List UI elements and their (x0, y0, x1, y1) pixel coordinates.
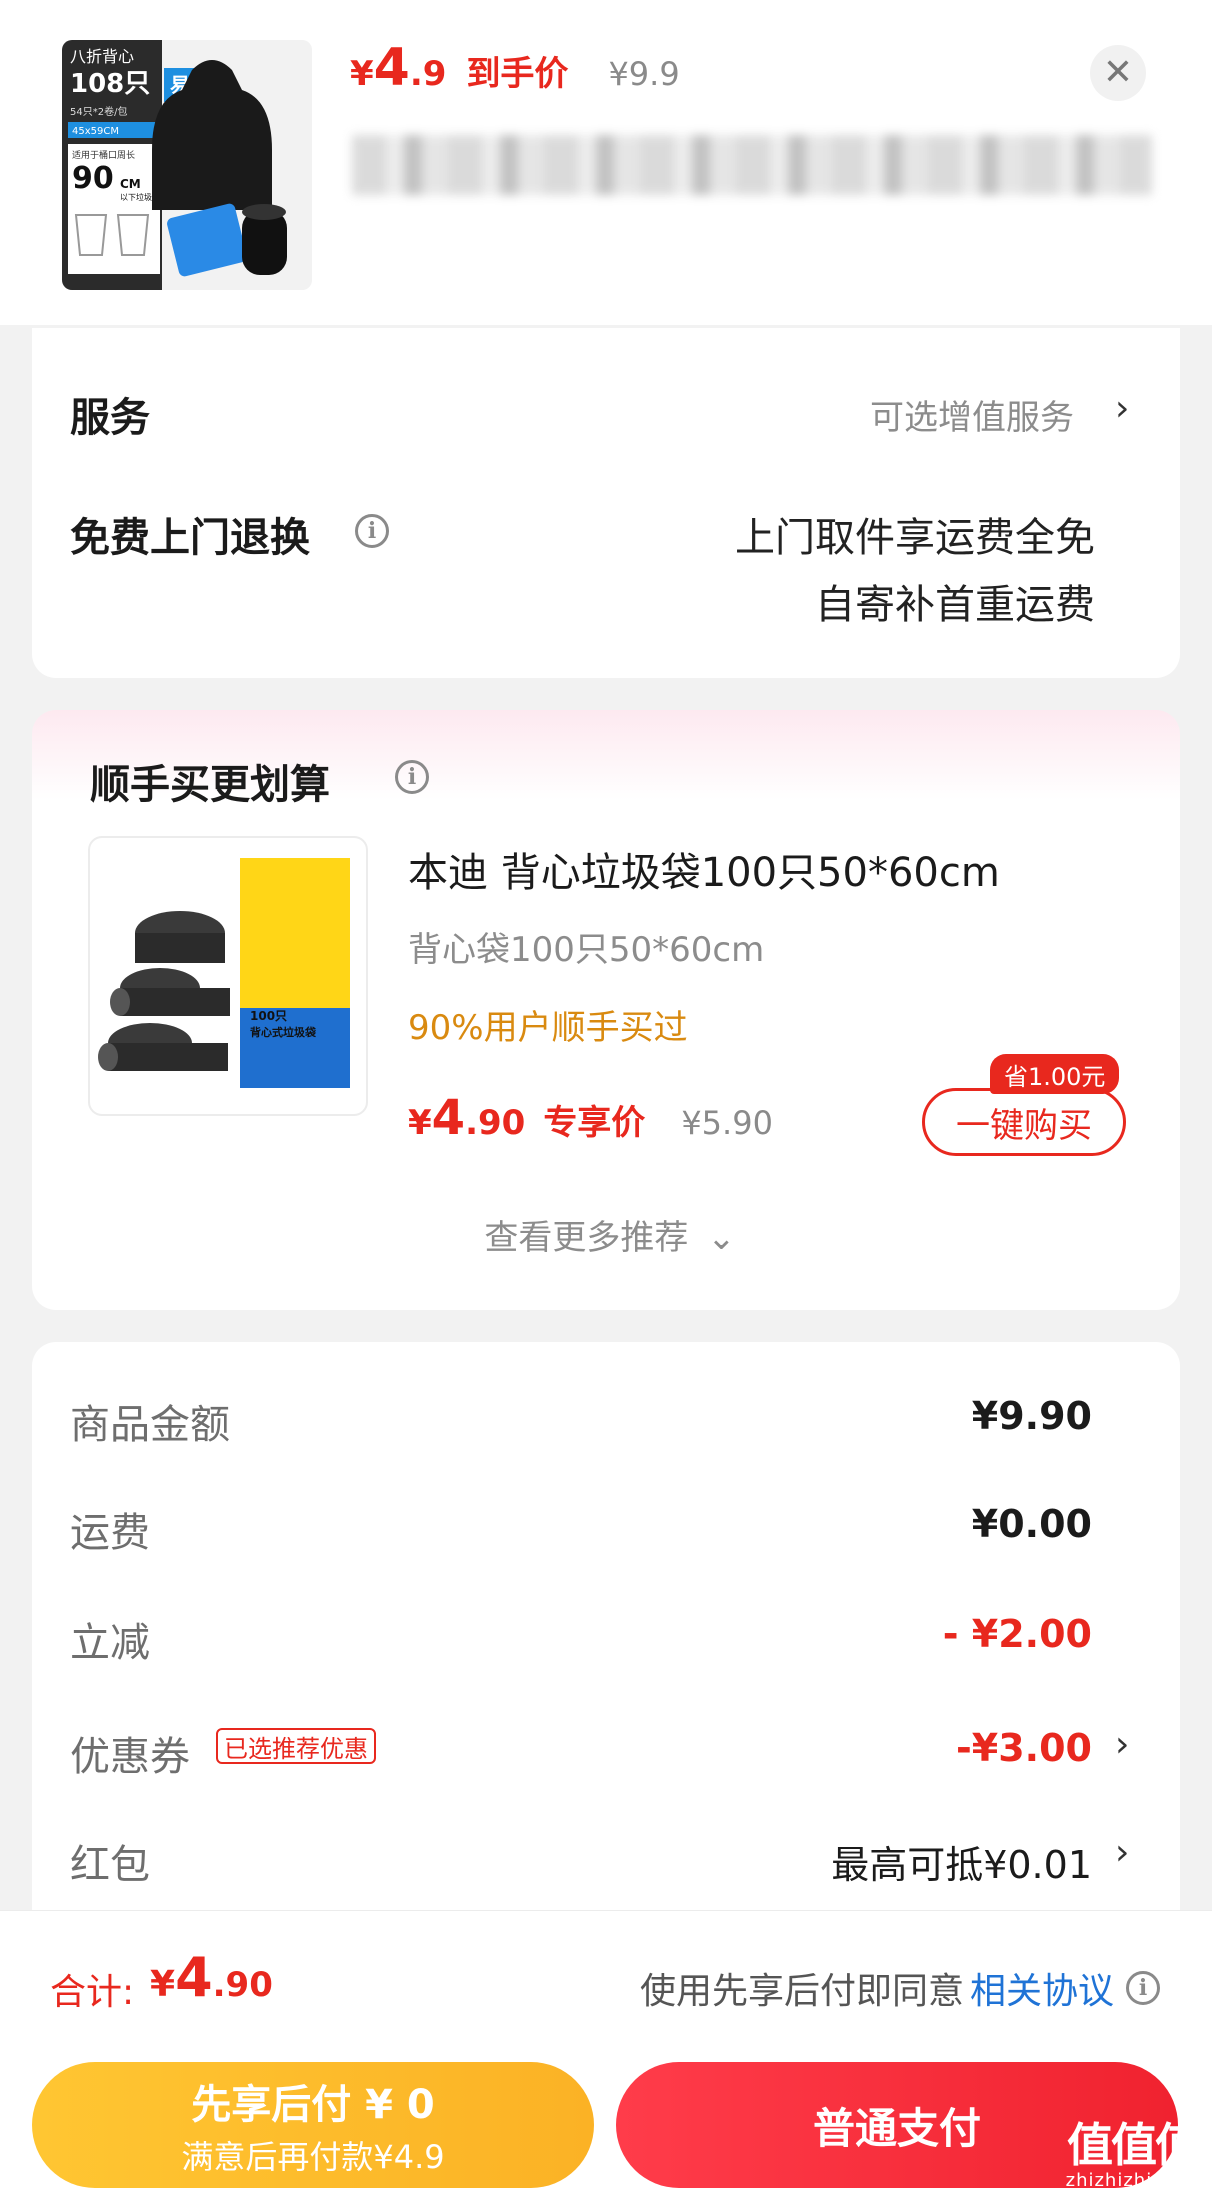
goods-amount-label: 商品金额 (70, 1402, 230, 1448)
recommend-item-name[interactable]: 本迪 背心垃圾袋100只50*60cm (408, 840, 1000, 898)
free-return-line1: 上门取件享运费全免 (735, 515, 1095, 561)
recommend-title: 顺手买更划算 (90, 762, 330, 808)
chevron-right-icon[interactable]: › (1115, 1724, 1129, 1765)
pack-count: 100只 (250, 1009, 287, 1023)
recommend-price-line: ¥ 4 .90 专享价 ¥5.90 (408, 1090, 773, 1146)
thumb-badge-count: 108只 (70, 69, 150, 99)
recommend-social-proof: 90%用户顺手买过 (408, 1008, 688, 1048)
recommend-original-price: ¥5.90 (681, 1104, 773, 1142)
pay-later-button[interactable]: 先享后付 ¥ 0 满意后再付款¥4.9 (32, 2062, 594, 2188)
instant-discount-value: - ¥2.00 (942, 1612, 1092, 1656)
optional-services-link[interactable]: 可选增值服务 (870, 390, 1074, 439)
chevron-right-icon[interactable]: › (1115, 388, 1129, 429)
price-tag: 到手价 (466, 54, 569, 94)
total-price-symbol: ¥ (150, 1964, 176, 2005)
more-recommendations-label: 查看更多推荐 (484, 1218, 689, 1258)
total-price: ¥ 4 .90 (150, 1946, 273, 2009)
chevron-down-icon: ⌄ (707, 1218, 736, 1258)
watermark-logo: 值值值 (1067, 2118, 1201, 2172)
pack-label: 背心式垃圾袋 (250, 1025, 317, 1039)
save-badge: 省1.00元 (990, 1054, 1120, 1094)
price-decimal: .9 (409, 54, 447, 94)
goods-amount-value: ¥9.90 (971, 1394, 1092, 1438)
total-price-decimal: .90 (212, 1965, 273, 2005)
services-title: 服务 (70, 395, 150, 441)
close-button[interactable]: ✕ (1090, 45, 1146, 101)
one-click-buy-button[interactable]: 一键购买 (922, 1088, 1126, 1156)
blurred-product-title (352, 135, 1152, 195)
red-packet-label: 红包 (70, 1842, 150, 1888)
price-integer: 4 (373, 38, 410, 98)
red-packet-value[interactable]: 最高可抵¥0.01 (572, 1834, 1092, 1889)
recommend-image: 100只 背心式垃圾袋 (98, 858, 350, 1088)
shipping-label: 运费 (70, 1510, 150, 1556)
more-recommendations-link[interactable]: 查看更多推荐 ⌄ (440, 1210, 780, 1259)
info-icon[interactable]: i (395, 760, 429, 794)
watermark-url: zhizhizhi.com (1065, 2170, 1201, 2191)
thumb-fit-line: 适用于桶口周长 (72, 149, 135, 161)
info-icon[interactable]: i (1126, 1971, 1160, 2005)
recommend-thumbnail[interactable]: 100只 背心式垃圾袋 (88, 836, 368, 1116)
price-line: ¥ 4 .9 到手价 ¥9.9 (350, 38, 680, 108)
thumb-fit-value: 90 (72, 161, 114, 196)
chevron-right-icon[interactable]: › (1115, 1832, 1129, 1873)
thumb-size-line: 45x59CM (72, 126, 119, 137)
recommend-price-integer: 4 (431, 1090, 466, 1146)
site-watermark: 值值值 zhizhizhi.com (1058, 2120, 1208, 2200)
recommend-price-decimal: .90 (465, 1103, 526, 1143)
coupon-label: 优惠券 (70, 1734, 190, 1780)
product-thumbnail[interactable]: 八折背心 108只 易撕 54只*2卷/包 45x59CM 适用于桶口周长 90… (62, 40, 312, 290)
free-return-title: 免费上门退换 (70, 515, 310, 561)
recommend-price-symbol: ¥ (408, 1103, 432, 1143)
shipping-value: ¥0.00 (971, 1502, 1092, 1546)
coupon-value[interactable]: -¥3.00 (572, 1726, 1092, 1770)
original-price: ¥9.9 (608, 55, 680, 93)
free-return-line2: 自寄补首重运费 (815, 582, 1095, 628)
pay-later-sublabel: 满意后再付款¥4.9 (181, 2138, 445, 2176)
thumb-badge-top: 八折背心 (70, 47, 134, 66)
info-icon[interactable]: i (355, 514, 389, 548)
pay-later-label: 先享后付 ¥ 0 (191, 2082, 435, 2128)
total-label: 合计: (50, 1972, 135, 2013)
total-price-integer: 4 (175, 1946, 213, 2009)
instant-discount-label: 立减 (70, 1620, 150, 1666)
close-icon: ✕ (1102, 52, 1134, 93)
price-symbol: ¥ (350, 54, 374, 94)
agreement-text: 使用先享后付即同意 (639, 1971, 964, 2012)
agreement-line: 使用先享后付即同意 相关协议 i (560, 1962, 1160, 2014)
recommend-price-tag: 专享价 (543, 1103, 646, 1143)
product-image: 八折背心 108只 易撕 54只*2卷/包 45x59CM 适用于桶口周长 90… (62, 40, 312, 290)
recommend-item-spec: 背心袋100只50*60cm (408, 930, 765, 970)
coupon-selected-tag: 已选推荐优惠 (216, 1728, 376, 1764)
agreement-link[interactable]: 相关协议 (970, 1962, 1114, 2014)
thumb-spec-line: 54只*2卷/包 (70, 105, 127, 118)
thumb-fit-unit: CM (120, 177, 141, 191)
